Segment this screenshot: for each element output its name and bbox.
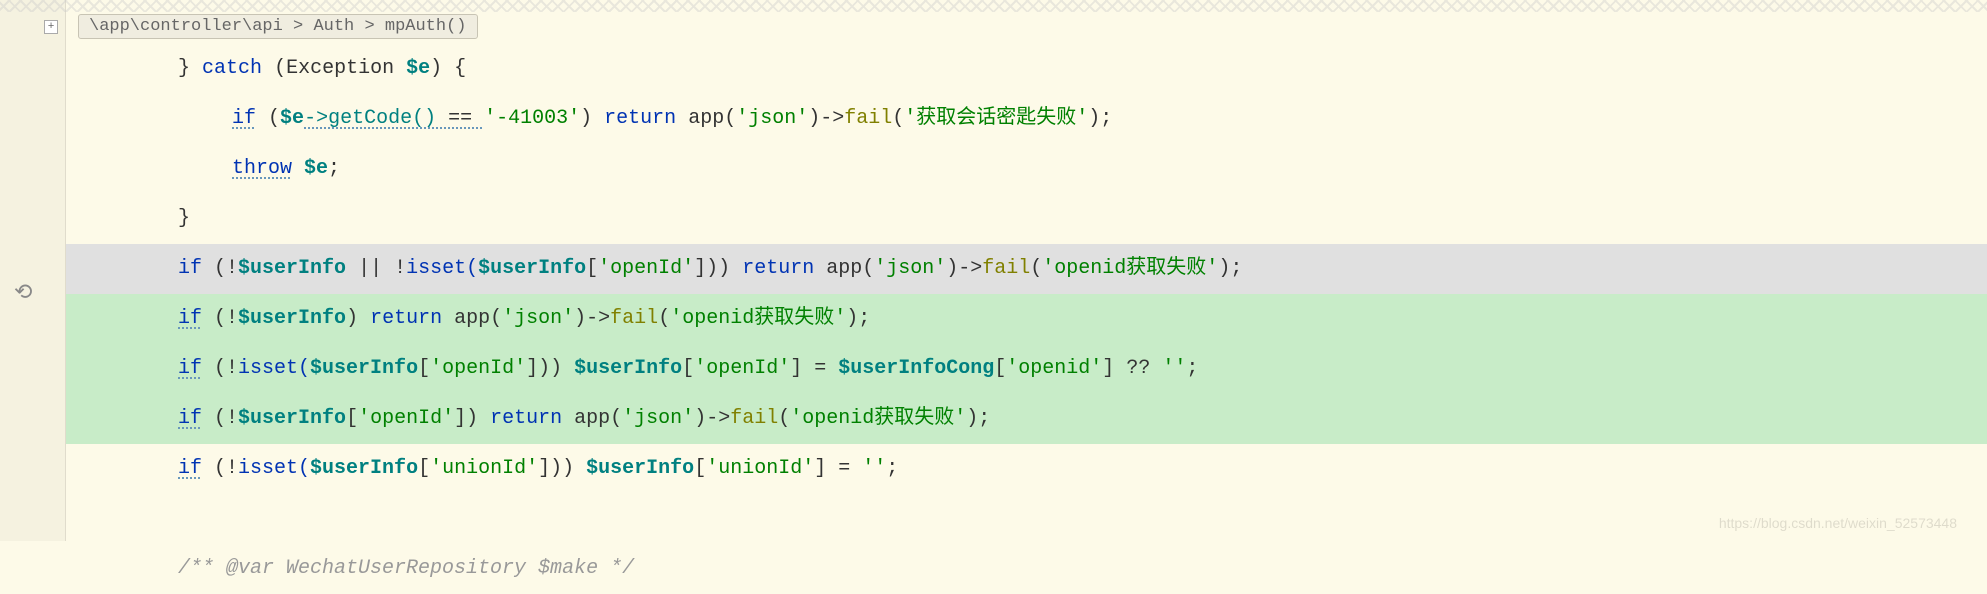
code-line: if (!isset($userInfo['unionId'])) $userI… xyxy=(66,444,1987,494)
breadcrumb-class: Auth xyxy=(313,17,354,36)
editor-gutter: + ⟲ xyxy=(0,0,66,541)
breadcrumb-path: \app\controller\api xyxy=(89,17,283,36)
code-line: } catch (Exception $e) { xyxy=(66,44,1987,94)
breadcrumb[interactable]: \app\controller\api > Auth > mpAuth() xyxy=(78,14,478,39)
breadcrumb-separator: > xyxy=(293,17,313,36)
breadcrumb-method: mpAuth() xyxy=(385,17,467,36)
fold-expand-icon[interactable]: + xyxy=(44,20,58,34)
code-line-modified: if (!$userInfo || !isset($userInfo['open… xyxy=(66,244,1987,294)
breadcrumb-separator: > xyxy=(364,17,384,36)
code-line-added: if (!$userInfo) return app('json')->fail… xyxy=(66,294,1987,344)
code-line: } xyxy=(66,194,1987,244)
code-line-comment: /** @var WechatUserRepository $make */ xyxy=(66,544,1987,594)
code-line: throw $e; xyxy=(66,144,1987,194)
torn-edge-decoration xyxy=(0,0,1987,12)
code-line-added: if (!isset($userInfo['openId'])) $userIn… xyxy=(66,344,1987,394)
code-editor[interactable]: } catch (Exception $e) { if ($e->getCode… xyxy=(66,44,1987,541)
undo-icon[interactable]: ⟲ xyxy=(14,280,32,306)
code-line-added: if (!$userInfo['openId']) return app('js… xyxy=(66,394,1987,444)
code-line-empty xyxy=(66,494,1987,544)
code-line: if ($e->getCode() == '-41003') return ap… xyxy=(66,94,1987,144)
watermark: https://blog.csdn.net/weixin_52573448 xyxy=(1719,515,1957,531)
